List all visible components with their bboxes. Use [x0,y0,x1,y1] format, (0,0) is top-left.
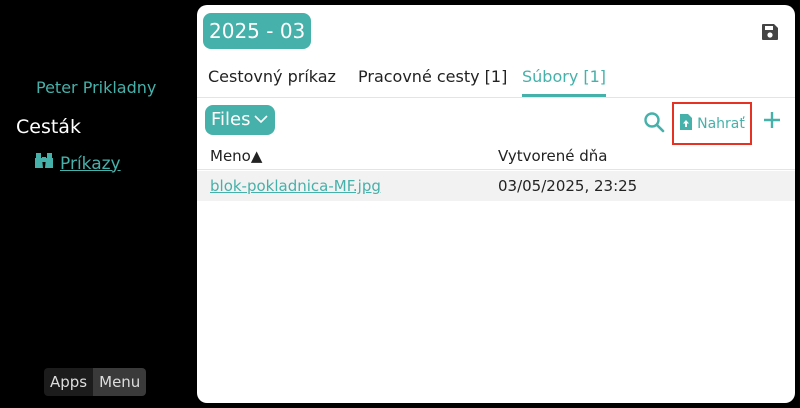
plus-icon[interactable] [761,109,783,131]
file-upload-icon [679,113,693,135]
tab-cestovny-prikaz[interactable]: Cestovný príkaz [208,67,336,86]
column-header-created[interactable]: Vytvorené dňa [498,147,607,165]
files-dropdown[interactable]: Files [205,105,275,135]
sidebar-item-prikazy[interactable]: Príkazy [34,152,121,175]
page-title: 2025 - 03 [203,13,312,49]
sidebar-item-label: Príkazy [60,153,121,174]
column-header-name[interactable]: Meno▲ [210,147,262,165]
main-panel: 2025 - 03 Cestovný príkaz Pracovné cesty… [197,5,795,403]
table-header: Meno▲ Vytvorené dňa [197,147,795,170]
save-icon[interactable] [761,23,779,41]
user-name[interactable]: Peter Prikladny [36,78,156,97]
files-dropdown-label: Files [211,109,251,130]
tab-pracovne-cesty[interactable]: Pracovné cesty [1] [358,67,507,86]
upload-label: Nahrať [697,115,745,132]
bottom-switcher: Apps Menu [44,368,147,396]
tab-bar: Cestovný príkaz Pracovné cesty [1] Súbor… [197,67,795,98]
search-icon[interactable] [643,111,665,133]
app-name: Cesták [16,116,81,138]
table-row: blok-pokladnica-MF.jpg 03/05/2025, 23:25 [197,171,795,201]
upload-button[interactable]: Nahrať [672,102,752,145]
binoculars-icon [34,152,54,175]
apps-button[interactable]: Apps [44,368,94,396]
sidebar: Peter Prikladny Cesták Príkazy Apps Menu [0,0,197,408]
chevron-down-icon [253,105,269,135]
file-created-date: 03/05/2025, 23:25 [498,177,638,195]
menu-button[interactable]: Menu [93,368,147,396]
file-name-link[interactable]: blok-pokladnica-MF.jpg [210,177,381,195]
tab-subory[interactable]: Súbory [1] [522,67,607,97]
